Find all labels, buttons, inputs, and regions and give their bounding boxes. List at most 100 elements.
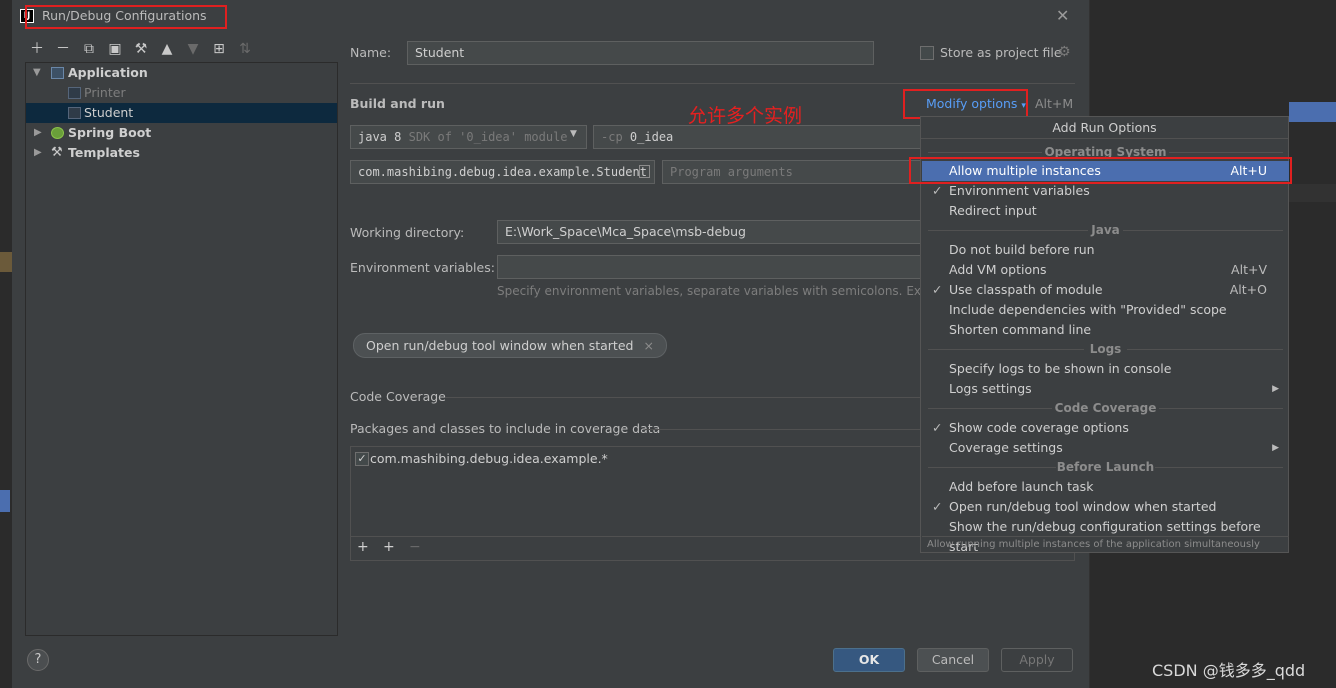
submenu-arrow-icon: ▶ <box>1272 443 1279 453</box>
minus-icon[interactable]: － <box>55 40 71 58</box>
check-icon: ✓ <box>932 499 943 514</box>
chevron-right-icon[interactable]: ▶ <box>34 143 42 163</box>
cancel-button[interactable]: Cancel <box>917 648 989 672</box>
close-icon[interactable]: ✕ <box>1056 6 1072 25</box>
env-vars-label: Environment variables: <box>350 260 495 275</box>
tree-item-label: Spring Boot <box>68 125 152 140</box>
chip-label: Open run/debug tool window when started <box>366 338 634 353</box>
run-config-icon <box>68 107 81 119</box>
menu-item-env-vars[interactable]: ✓ Environment variables <box>922 181 1289 201</box>
csdn-watermark: CSDN @钱多多_qdd <box>1152 661 1306 680</box>
tree-item-student[interactable]: Student <box>26 103 337 123</box>
cp-flag: -cp <box>601 130 623 144</box>
build-run-heading: Build and run <box>350 96 445 111</box>
run-config-icon <box>68 87 81 99</box>
menu-item-before-task[interactable]: Add before launch task <box>922 477 1289 497</box>
name-field[interactable]: Student <box>407 41 874 65</box>
wrench-icon: ⚒ <box>51 145 63 160</box>
application-icon <box>51 67 64 79</box>
divider <box>645 429 923 430</box>
help-button[interactable]: ? <box>27 649 49 671</box>
cp-value: 0_idea <box>629 130 674 144</box>
tree-item-application[interactable]: ▼ Application <box>26 63 337 83</box>
wrench-icon[interactable]: ⚒ <box>133 40 149 58</box>
section-java: Java <box>922 221 1289 239</box>
code-coverage-label: Code Coverage <box>350 389 446 404</box>
tree-item-label: Printer <box>84 85 126 100</box>
working-dir-label: Working directory: <box>350 225 465 240</box>
add-package-icon[interactable]: + <box>357 539 369 555</box>
close-icon[interactable]: × <box>643 338 653 353</box>
sdk-select[interactable]: java 8 SDK of '0_idea' module <box>350 125 587 149</box>
menu-item-logs-settings[interactable]: Logs settings ▶ <box>922 379 1289 399</box>
modify-options-shortcut: Alt+M <box>1035 96 1074 111</box>
tree-item-spring-boot[interactable]: ▶ Spring Boot <box>26 123 337 143</box>
tree-item-label: Application <box>68 65 148 80</box>
save-icon[interactable]: ▣ <box>107 40 123 58</box>
package-checkbox[interactable]: ✓ <box>355 452 369 466</box>
submenu-arrow-icon: ▶ <box>1272 384 1279 394</box>
store-project-checkbox[interactable] <box>920 46 934 60</box>
chevron-right-icon[interactable]: ▶ <box>34 123 42 143</box>
menu-item-classpath[interactable]: ✓ Use classpath of module Alt+O <box>922 280 1289 300</box>
menu-item-show-coverage[interactable]: ✓ Show code coverage options <box>922 418 1289 438</box>
dropdown-arrow-icon[interactable]: ▼ <box>570 129 577 139</box>
add-class-icon[interactable]: + <box>383 539 395 555</box>
menu-item-open-tool-window[interactable]: ✓ Open run/debug tool window when starte… <box>922 497 1289 517</box>
divider <box>445 397 923 398</box>
remove-icon[interactable]: − <box>409 539 421 555</box>
check-icon: ✓ <box>932 420 943 435</box>
copy-icon[interactable]: ⧉ <box>81 40 97 58</box>
name-label: Name: <box>350 45 392 60</box>
section-before-launch: Before Launch <box>922 458 1289 476</box>
ok-button[interactable]: OK <box>833 648 905 672</box>
program-arguments-field[interactable]: Program arguments <box>662 160 924 184</box>
modify-options-highlight-box <box>903 89 1028 119</box>
new-folder-icon[interactable]: ⊞ <box>211 40 227 58</box>
working-dir-field[interactable]: E:\Work_Space\Mca_Space\msb-debug <box>497 220 924 244</box>
menu-item-coverage-settings[interactable]: Coverage settings ▶ <box>922 438 1289 458</box>
tree-item-printer[interactable]: Printer <box>26 83 337 103</box>
menu-item-vm-options[interactable]: Add VM options Alt+V <box>922 260 1289 280</box>
ide-line-strip <box>1289 184 1336 202</box>
menu-item-shorten-cmd[interactable]: Shorten command line <box>922 320 1289 340</box>
ide-editor-marker <box>0 252 12 272</box>
menu-item-redirect-input[interactable]: Redirect input <box>922 201 1289 221</box>
menu-item-provided-scope[interactable]: Include dependencies with "Provided" sco… <box>922 300 1289 320</box>
check-icon: ✓ <box>932 282 943 297</box>
menu-item-show-settings[interactable]: Show the run/debug configuration setting… <box>922 517 1289 554</box>
menu-item-no-build[interactable]: Do not build before run <box>922 240 1289 260</box>
arrow-up-icon[interactable]: ▲ <box>159 40 175 58</box>
ide-background-left <box>0 0 12 688</box>
section-code-coverage: Code Coverage <box>922 399 1289 417</box>
apply-button[interactable]: Apply <box>1001 648 1073 672</box>
configuration-tree: ▼ Application Printer Student ▶ Spring B… <box>25 62 338 636</box>
popup-footer-hint: Allow running multiple instances of the … <box>922 536 1289 552</box>
tree-item-label: Student <box>84 105 134 120</box>
open-tool-window-chip[interactable]: Open run/debug tool window when started … <box>353 333 667 358</box>
allow-multiple-highlight-box <box>909 157 1292 184</box>
divider <box>350 83 1075 84</box>
env-vars-hint: Specify environment variables, separate … <box>497 284 920 298</box>
tree-item-templates[interactable]: ▶ ⚒ Templates <box>26 143 337 163</box>
packages-label: Packages and classes to include in cover… <box>350 421 661 436</box>
menu-item-logs-console[interactable]: Specify logs to be shown in console <box>922 359 1289 379</box>
classpath-field[interactable]: -cp 0_idea <box>593 125 923 149</box>
store-project-label: Store as project file <box>940 45 1062 60</box>
sort-icon[interactable]: ⇅ <box>237 40 253 58</box>
check-icon: ✓ <box>932 183 943 198</box>
popup-title: Add Run Options <box>921 117 1288 139</box>
section-logs: Logs <box>922 340 1289 358</box>
arrow-down-icon[interactable]: ▼ <box>185 40 201 58</box>
spring-boot-icon <box>51 127 64 139</box>
package-item: com.mashibing.debug.idea.example.* <box>370 451 608 466</box>
plus-icon[interactable]: ＋ <box>29 40 45 58</box>
sdk-java-label: java 8 <box>358 130 402 144</box>
tree-item-label: Templates <box>68 145 140 160</box>
main-class-field[interactable]: com.mashibing.debug.idea.example.Student <box>350 160 655 184</box>
env-vars-field[interactable] <box>497 255 924 279</box>
ide-selection-marker <box>0 490 10 512</box>
chevron-down-icon[interactable]: ▼ <box>33 63 41 83</box>
browse-class-icon[interactable] <box>639 165 650 178</box>
gear-icon[interactable]: ⚙ <box>1058 44 1071 60</box>
